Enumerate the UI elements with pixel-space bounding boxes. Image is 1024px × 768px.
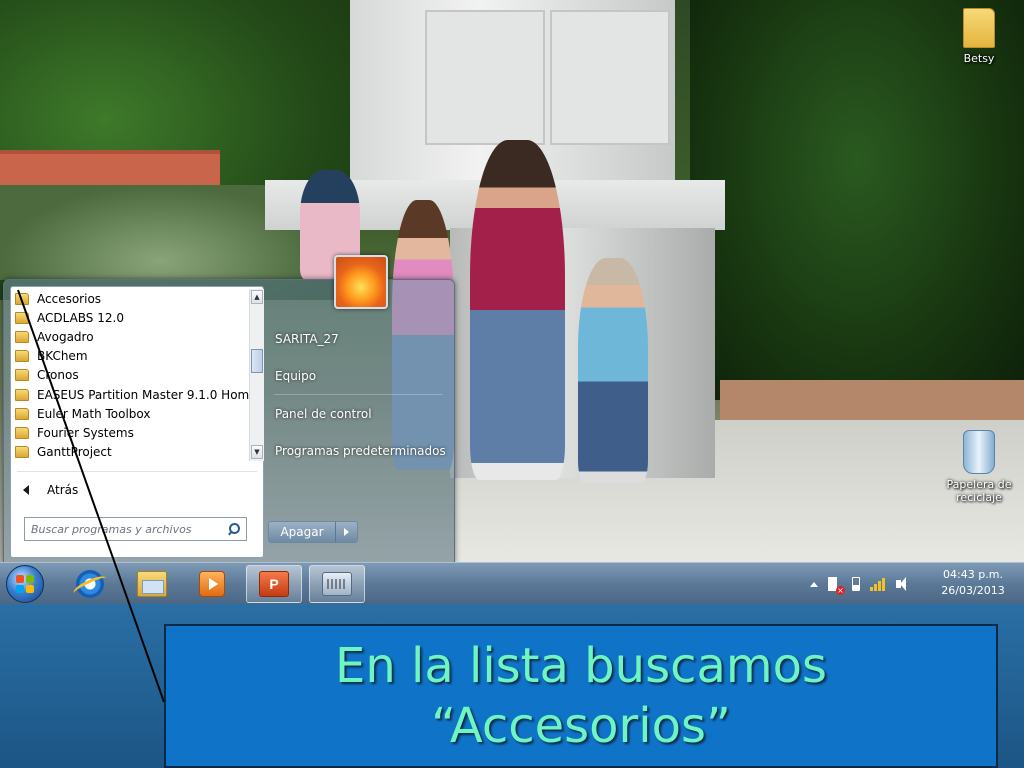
windows-flag-icon (16, 575, 34, 593)
show-hidden-icons-icon[interactable] (810, 581, 818, 587)
program-folder-cronos[interactable]: Cronos (11, 366, 249, 385)
volume-icon[interactable] (896, 577, 912, 591)
caption-box: En la lista buscamos “Accesorios” (164, 624, 998, 768)
caption-line-1: En la lista buscamos (334, 638, 828, 694)
search-icon (226, 522, 240, 536)
chevron-right-icon (344, 528, 349, 536)
clock-date: 26/03/2013 (941, 584, 1005, 597)
start-menu-programs-pane: Accesorios ACDLABS 12.0 Avogadro BKChem … (10, 286, 264, 558)
folder-icon (15, 311, 29, 324)
taskbar-on-screen-keyboard[interactable] (309, 565, 365, 603)
right-item-programas-predeterminados[interactable]: Programas predeterminados (266, 432, 451, 469)
program-label: ACDLABS 12.0 (37, 310, 124, 325)
desktop-icon-label: Papelera de reciclaje (946, 478, 1012, 504)
desktop-icon-betsy[interactable]: Betsy (944, 8, 1014, 65)
program-folder-fourier[interactable]: Fourier Systems (11, 423, 249, 442)
desktop-icon-recycle-bin[interactable]: Papelera de reciclaje (944, 430, 1014, 504)
program-folder-avogadro[interactable]: Avogadro (11, 327, 249, 346)
taskbar: P 04:43 p.m. 26/03/2013 (0, 562, 1024, 604)
folder-icon (15, 446, 29, 459)
program-label: EASEUS Partition Master 9.1.0 Home Edi (37, 387, 249, 402)
search-placeholder: Buscar programas y archivos (31, 522, 192, 536)
right-item-user-folder[interactable]: SARITA_27 (266, 320, 451, 357)
back-label: Atrás (47, 483, 79, 497)
folder-icon (15, 292, 29, 305)
program-label: Cronos (37, 368, 79, 383)
folder-icon (15, 388, 29, 401)
divider (17, 471, 257, 472)
taskbar-powerpoint[interactable]: P (246, 565, 302, 603)
folder-icon (963, 8, 995, 48)
windows-explorer-icon (137, 571, 167, 597)
program-folder-accesorios[interactable]: Accesorios (11, 289, 249, 308)
desktop-icon-label: Betsy (963, 52, 995, 65)
folder-icon (15, 350, 29, 363)
system-tray (810, 563, 912, 605)
program-label: Accesorios (37, 291, 102, 306)
back-button[interactable]: Atrás (17, 483, 78, 497)
media-player-icon (199, 571, 225, 597)
network-icon[interactable] (870, 577, 886, 591)
powerpoint-icon: P (259, 571, 289, 597)
on-screen-keyboard-icon (322, 572, 352, 596)
scroll-thumb[interactable] (251, 349, 263, 373)
start-menu-right-pane: SARITA_27 Equipo Panel de control Progra… (266, 320, 451, 469)
back-arrow-icon (23, 485, 29, 495)
scroll-up-button[interactable]: ▲ (251, 290, 263, 304)
monument-panel (425, 10, 545, 145)
clock-time: 04:43 p.m. (943, 568, 1003, 581)
program-label: BKChem (37, 349, 88, 364)
program-folder-ganttproject[interactable]: GanttProject (11, 443, 249, 462)
internet-explorer-icon (76, 570, 104, 598)
taskbar-windows-explorer[interactable] (124, 565, 180, 603)
folder-icon (15, 369, 29, 382)
folder-icon (15, 330, 29, 343)
caption-line-2: “Accesorios” (431, 698, 731, 754)
taskbar-media-player[interactable] (184, 565, 240, 603)
user-account-picture[interactable] (334, 255, 388, 309)
start-search-input[interactable]: Buscar programas y archivos (24, 517, 247, 541)
wallpaper-person (470, 140, 565, 480)
program-label: Avogadro (37, 329, 94, 344)
program-label: GanttProject (37, 445, 112, 460)
windows-start-icon[interactable] (6, 565, 44, 603)
shutdown-button-group: Apagar (268, 521, 358, 543)
program-label: Fourier Systems (37, 425, 134, 440)
right-item-panel-de-control[interactable]: Panel de control (266, 395, 451, 432)
programs-scrollbar[interactable]: ▲ ▼ (249, 289, 264, 461)
program-label: Euler Math Toolbox (37, 406, 151, 421)
shutdown-options-button[interactable] (335, 522, 357, 542)
scroll-down-button[interactable]: ▼ (251, 445, 263, 459)
taskbar-clock[interactable]: 04:43 p.m. 26/03/2013 (936, 567, 1010, 599)
program-folder-bkchem[interactable]: BKChem (11, 347, 249, 366)
program-folder-euler[interactable]: Euler Math Toolbox (11, 404, 249, 423)
program-folder-easeus[interactable]: EASEUS Partition Master 9.1.0 Home Edi (11, 385, 249, 404)
recycle-bin-icon (963, 430, 995, 474)
slide-screen: Betsy Papelera de reciclaje Accesorios A… (0, 0, 1024, 768)
monument-panel (550, 10, 670, 145)
all-programs-list: Accesorios ACDLABS 12.0 Avogadro BKChem … (11, 289, 249, 464)
program-folder-acdlabs[interactable]: ACDLABS 12.0 (11, 308, 249, 327)
shutdown-button[interactable]: Apagar (269, 522, 335, 542)
folder-icon (15, 426, 29, 439)
taskbar-internet-explorer[interactable] (62, 565, 118, 603)
folder-icon (15, 407, 29, 420)
wallpaper-person (578, 258, 648, 483)
battery-icon[interactable] (852, 577, 860, 591)
action-center-flag-icon[interactable] (828, 577, 845, 595)
right-item-equipo[interactable]: Equipo (266, 357, 451, 394)
start-menu: Accesorios ACDLABS 12.0 Avogadro BKChem … (3, 255, 455, 563)
